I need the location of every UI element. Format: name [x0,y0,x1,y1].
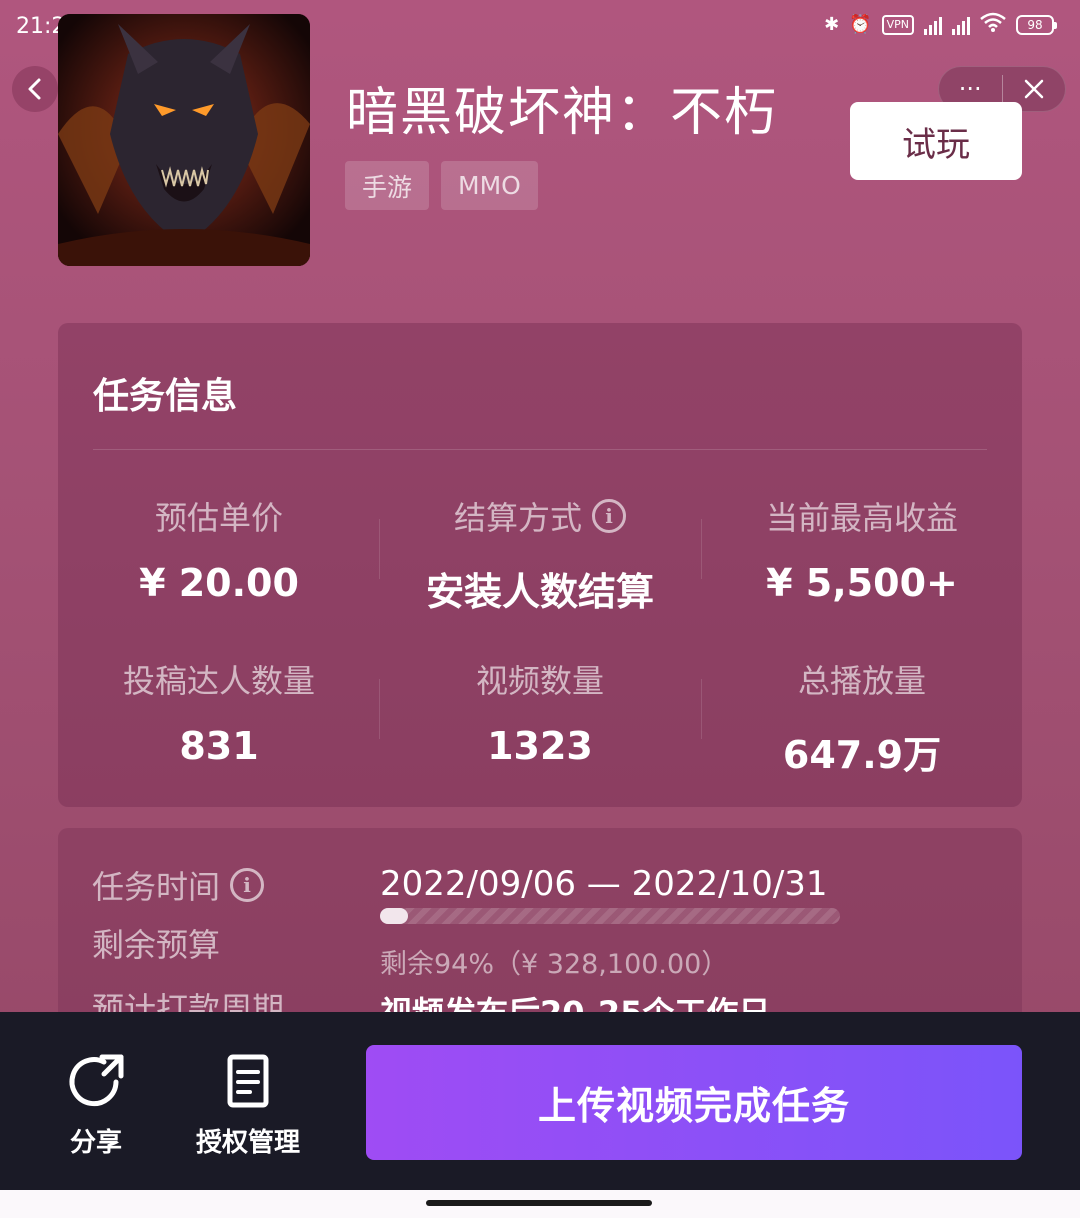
alarm-icon: ⏰ [849,14,872,35]
battery-icon: 98 [1016,14,1057,35]
wifi-icon [980,12,1006,37]
stat-unit-price: 预估单价 ¥ 20.00 [58,493,380,605]
stat-creator-count: 投稿达人数量 831 [58,656,380,768]
bottom-action-bar: 分享 授权管理 上传视频完成任务 [0,1012,1080,1190]
budget-progress-bar [380,908,840,924]
authorization-management-button[interactable]: 授权管理 [196,1052,300,1159]
chevron-left-icon [28,78,41,100]
stat-value: ¥ 5,500+ [766,561,958,605]
game-cover-image [58,14,310,266]
home-indicator[interactable] [426,1200,652,1206]
signal-icon [952,15,970,35]
divider [93,449,987,450]
task-info-title: 任务信息 [93,376,238,417]
game-tags: 手游 MMO [345,161,538,210]
upload-video-button[interactable]: 上传视频完成任务 [366,1045,1022,1160]
stat-value: 安装人数结算 [425,570,654,614]
signal-icon [924,15,942,35]
budget-label: 剩余预算 [92,926,221,964]
task-time-label: 任务时间 [92,868,221,906]
stat-label: 结算方式 [453,499,582,537]
task-time-label-row: 任务时间 i [92,862,265,908]
stat-label: 总播放量 [797,662,926,700]
share-icon [69,1054,124,1107]
share-button[interactable]: 分享 [66,1052,126,1159]
share-label: 分享 [69,1128,122,1158]
close-icon [1024,79,1043,99]
document-icon [227,1054,269,1108]
stat-value: 1323 [487,724,593,768]
game-title: 暗黑破坏神：不朽 [346,83,779,143]
stat-video-count: 视频数量 1323 [379,656,701,768]
task-info-card: 任务信息 预估单价 ¥ 20.00 结算方式 i 安装人数结算 当前最高收益 ¥… [58,323,1022,807]
back-button[interactable] [12,66,58,112]
budget-progress-fill [380,908,408,924]
remaining-budget-text: 剩余94%（¥ 328,100.00） [380,949,729,980]
stat-value: 647.9万 [782,733,942,777]
stat-settlement-method: 结算方式 i 安装人数结算 [379,493,701,616]
task-date-range: 2022/09/06 — 2022/10/31 [380,864,828,904]
info-icon[interactable]: i [592,499,626,533]
task-time-card: 任务时间 i 剩余预算 预计打款周期 2022/09/06 — 2022/10/… [58,828,1022,1032]
info-icon[interactable]: i [230,868,265,902]
system-nav-bar [0,1190,1080,1218]
try-play-button[interactable]: 试玩 [850,102,1022,180]
stat-value: ¥ 20.00 [139,561,299,605]
stat-label: 视频数量 [475,662,604,700]
tag-type: MMO [441,161,538,210]
stat-total-views: 总播放量 647.9万 [701,656,1023,779]
authorization-label: 授权管理 [196,1128,301,1158]
tag-genre: 手游 [345,161,430,210]
stat-value: 831 [179,724,259,768]
stat-max-earning: 当前最高收益 ¥ 5,500+ [701,493,1023,605]
stat-label: 投稿达人数量 [122,662,315,700]
more-icon: ··· [958,75,982,103]
vpn-icon: VPN [881,14,914,35]
stat-label: 当前最高收益 [765,499,958,537]
stat-label: 预估单价 [154,499,283,537]
bluetooth-icon: ✱ [824,14,840,35]
